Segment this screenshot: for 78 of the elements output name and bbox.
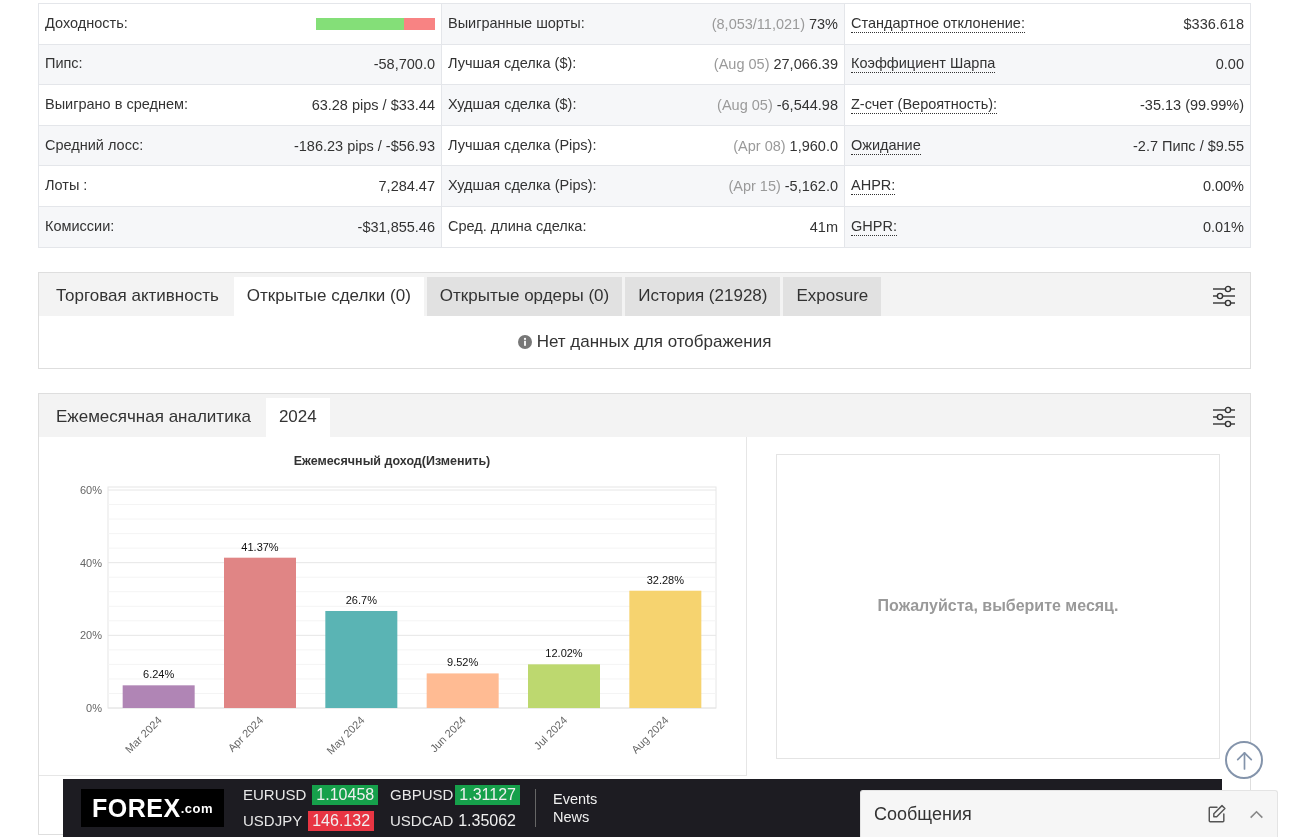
stat-value: 7,284.47 — [378, 178, 435, 195]
stat-label: AHPR: — [851, 177, 896, 196]
panel-title: Торговая активность — [55, 285, 220, 308]
stat-value: 1,960.0 — [789, 137, 838, 154]
panel-title: Ежемесячная аналитика — [55, 406, 252, 429]
empty-message: Нет данных для отображения — [536, 331, 772, 352]
info-icon — [517, 334, 532, 349]
chart-title: Ежемесячный доход(Изменить) — [293, 453, 491, 468]
arrow-up-icon — [1235, 750, 1253, 770]
empty-message: Пожалуйста, выберите месяц. — [877, 597, 1119, 616]
stat-value: -5,162.0 — [784, 178, 838, 195]
tab[interactable]: Открытые сделки (0) — [233, 276, 424, 316]
scroll-top-button[interactable] — [1225, 741, 1263, 779]
stat-label: Ожидание — [851, 136, 921, 155]
stat-value: 0.01% — [1202, 218, 1244, 235]
tab[interactable]: Открытые ордеры (0) — [426, 276, 623, 316]
ticker-link[interactable]: News — [553, 809, 598, 825]
stat-label: Выиграно в среднем: — [45, 96, 189, 114]
stat-value: -6,544.98 — [776, 97, 838, 113]
stat-note: (Aug 05) — [713, 56, 770, 73]
stat-label: Лучшая сделка (Pips): — [448, 136, 597, 155]
bar-value-label: 26.7% — [345, 593, 377, 606]
stat-label: Лоты : — [45, 177, 88, 196]
stat-label: Комиссии: — [45, 217, 115, 236]
stat-label: GHPR: — [851, 217, 897, 236]
stat-value: -$31,855.46 — [357, 218, 435, 235]
y-axis-label: 40% — [79, 556, 102, 569]
stat-value: -186.23 pips / -$56.93 — [293, 137, 435, 154]
tab[interactable]: История (21928) — [625, 276, 781, 316]
bar-value-label: 32.28% — [646, 573, 684, 586]
sliders-icon[interactable] — [1212, 285, 1236, 308]
stat-label: Z-счет (Вероятность): — [851, 96, 998, 114]
stat-value: -35.13 (99.99%) — [1140, 97, 1244, 113]
stat-label: Доходность: — [45, 14, 128, 33]
y-axis-label: 60% — [79, 483, 102, 496]
stat-value: -58,700.0 — [373, 56, 435, 73]
stat-label: Лучшая сделка ($): — [448, 55, 577, 74]
stat-value: 63.28 pips / $33.44 — [311, 97, 435, 113]
stat-value: 0.00% — [1202, 178, 1244, 195]
currency-pair: EURUSD — [243, 785, 307, 805]
ticker-link[interactable]: Events — [553, 791, 598, 807]
sliders-icon[interactable] — [1212, 406, 1236, 429]
edit-icon[interactable] — [1207, 804, 1227, 824]
stat-value: $336.618 — [1183, 15, 1244, 32]
bar-value-label: 12.02% — [545, 646, 583, 659]
stat-value: 27,066.39 — [773, 56, 838, 73]
stat-label: Сред. длина сделка: — [448, 217, 587, 236]
bar-value-label: 41.37% — [241, 540, 279, 553]
stat-value: 41m — [809, 218, 838, 235]
quote-price: 1.31127 — [455, 785, 520, 805]
stat-label: Выигранные шорты: — [448, 14, 585, 33]
stat-label: Пипс: — [45, 55, 83, 74]
quote-price: 1.35062 — [457, 811, 517, 831]
stat-note: (Apr 15) — [728, 178, 781, 195]
stat-value: 0.00 — [1215, 56, 1244, 73]
quote-price: 1.10458 — [312, 785, 379, 805]
brand-logo[interactable]: FOREX.com — [81, 789, 224, 827]
stat-note: (Aug 05) — [717, 97, 773, 113]
stat-label: Худшая сделка (Pips): — [448, 177, 597, 196]
tab[interactable]: 2024 — [265, 397, 330, 437]
y-axis-label: 20% — [79, 628, 102, 641]
stat-label: Коэффициент Шарпа — [851, 55, 996, 74]
stat-label: Худшая сделка ($): — [448, 96, 577, 114]
bar — [528, 663, 600, 708]
bar-value-label: 9.52% — [447, 655, 479, 668]
stat-value: 73% — [808, 15, 838, 32]
currency-pair: USDJPY — [243, 811, 303, 831]
bar-value-label: 6.24% — [143, 667, 175, 680]
stat-note: (8,053/11,021) — [711, 15, 805, 32]
stat-label: Стандартное отклонение: — [851, 14, 1025, 33]
stat-value: -2.7 Пипс / $9.55 — [1133, 137, 1244, 154]
tab[interactable]: Exposure — [783, 276, 882, 316]
messages-title[interactable]: Сообщения — [874, 803, 972, 825]
chevron-up-icon[interactable] — [1249, 809, 1264, 819]
y-axis-label: 0% — [86, 701, 102, 714]
stat-note: (Apr 08) — [733, 137, 786, 154]
quote-price: 146.132 — [308, 811, 375, 831]
stat-label: Средний лосс: — [45, 136, 144, 155]
